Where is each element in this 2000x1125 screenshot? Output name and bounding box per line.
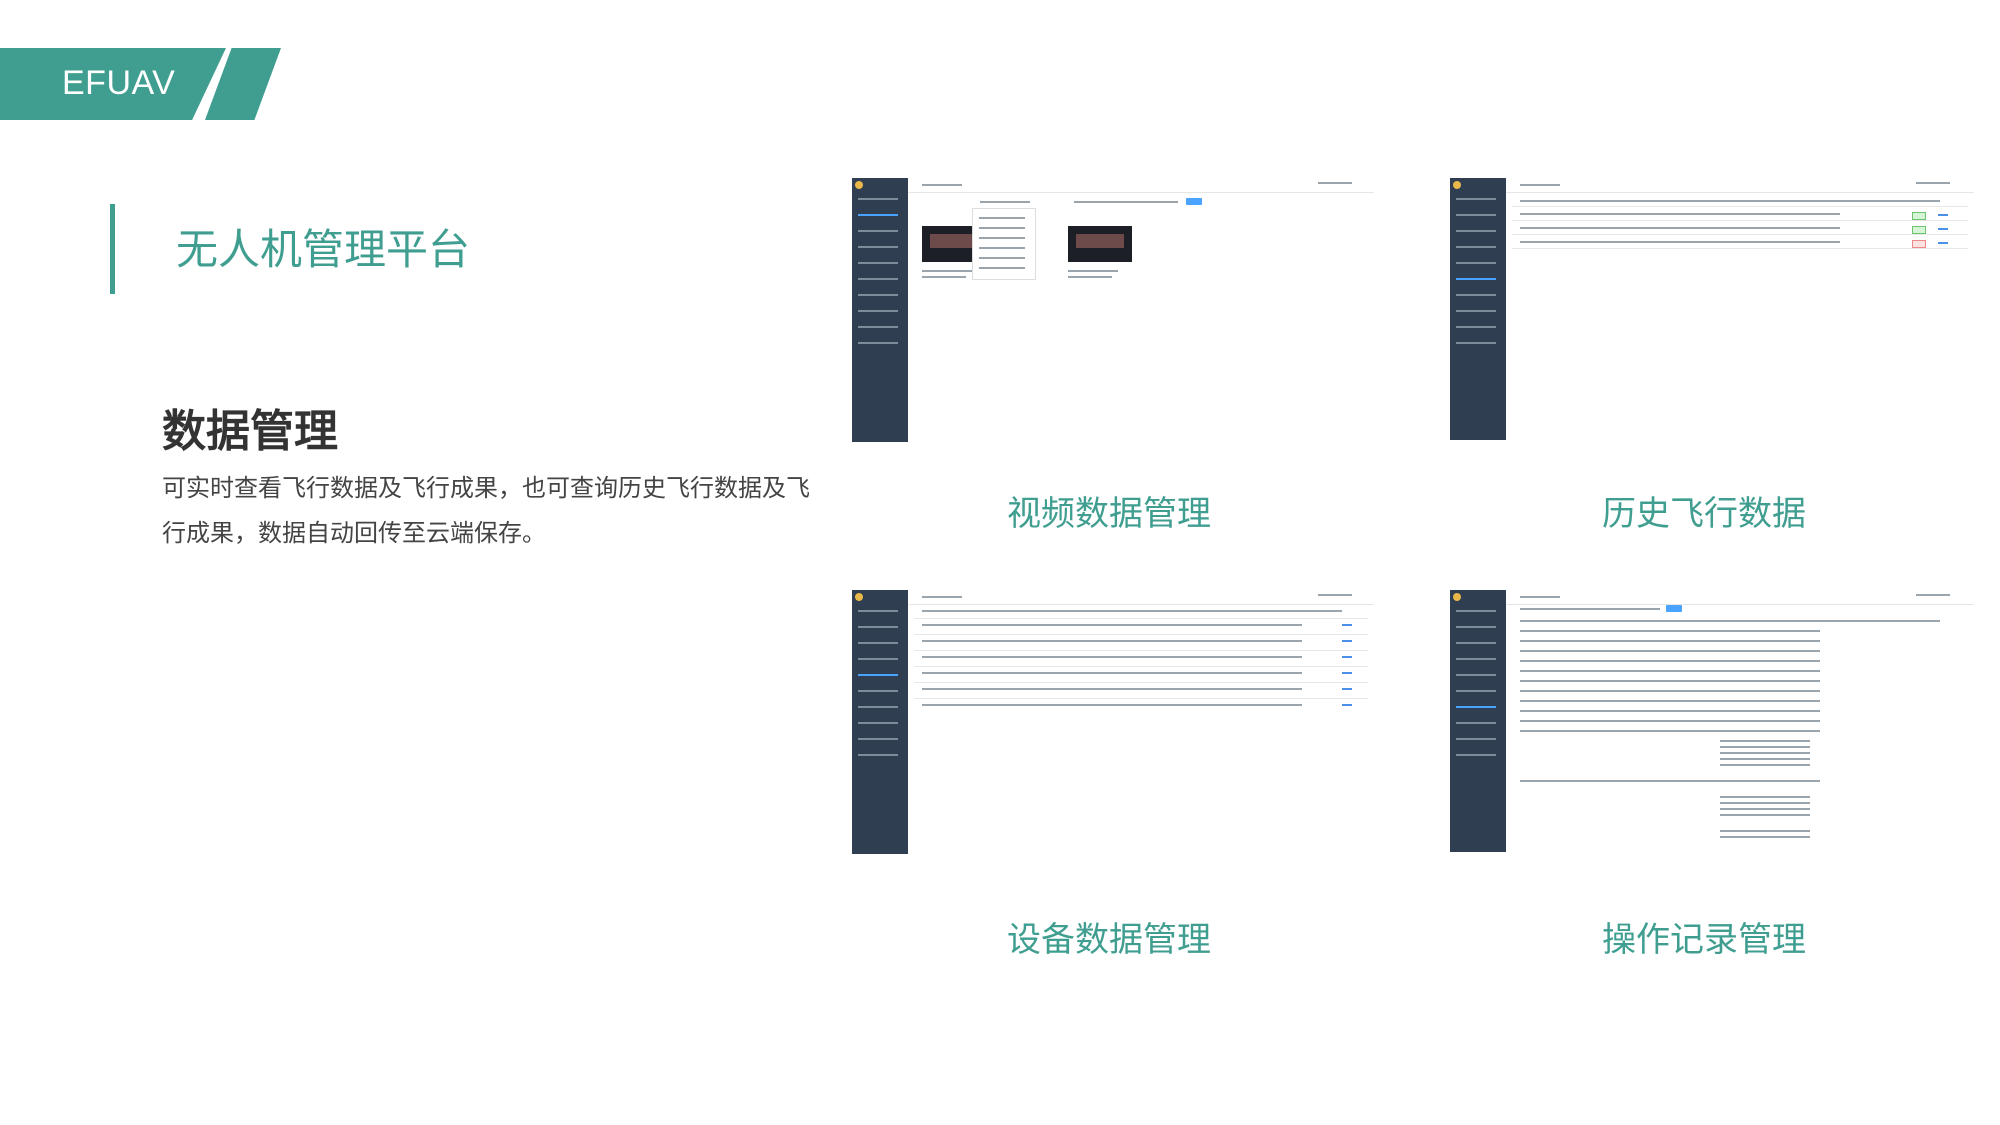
screenshot-sidebar bbox=[852, 590, 908, 854]
title-accent-rule bbox=[110, 204, 115, 294]
device-data-screenshot bbox=[852, 590, 1374, 854]
caption-video-data: 视频数据管理 bbox=[1007, 494, 1211, 534]
screenshot-sidebar bbox=[1450, 590, 1506, 852]
page-title: 无人机管理平台 bbox=[176, 225, 471, 274]
screenshot-sidebar bbox=[1450, 178, 1506, 440]
flight-history-screenshot bbox=[1450, 178, 1974, 440]
caption-device-data: 设备数据管理 bbox=[1007, 920, 1211, 960]
caption-operation-log: 操作记录管理 bbox=[1602, 920, 1806, 960]
operation-log-screenshot bbox=[1450, 590, 1974, 852]
section-description: 可实时查看飞行数据及飞行成果，也可查询历史飞行数据及飞行成果，数据自动回传至云端… bbox=[162, 474, 810, 547]
section-heading: 数据管理 bbox=[162, 406, 338, 457]
screenshot-sidebar bbox=[852, 178, 908, 442]
caption-flight-history: 历史飞行数据 bbox=[1602, 494, 1806, 534]
brand-name: EFUAV bbox=[62, 64, 176, 102]
video-data-screenshot bbox=[852, 178, 1374, 442]
